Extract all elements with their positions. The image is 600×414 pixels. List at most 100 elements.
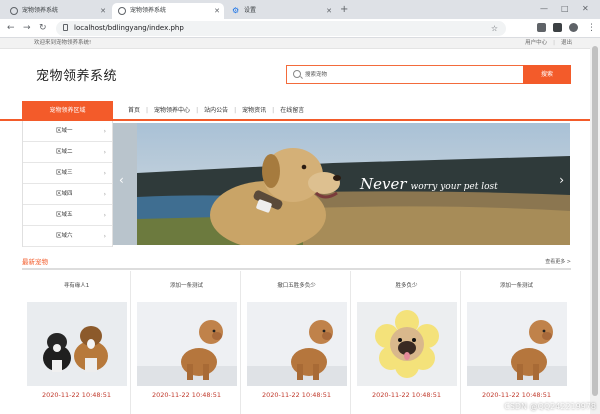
pet-card[interactable]: 寻有缘人1 2020-11-22 10:48:51 xyxy=(22,271,131,414)
chevron-left-icon[interactable]: ‹ xyxy=(119,173,124,187)
sidebar-item-label: 区域一 xyxy=(56,128,73,134)
sidebar-item-label: 区域二 xyxy=(56,149,73,155)
info-icon xyxy=(63,24,68,31)
user-center-link[interactable]: 用户中心 xyxy=(525,40,547,46)
chevron-right-icon: › xyxy=(103,149,106,156)
pet-card-date: 2020-11-22 10:48:51 xyxy=(41,391,112,399)
search-input[interactable] xyxy=(305,68,505,81)
reload-icon[interactable]: ↻ xyxy=(39,22,47,34)
pet-photo[interactable] xyxy=(467,302,567,386)
region-sidebar: 区域一 › 区域二 › 区域三 › 区域四 › 区域五 › 区域六 › xyxy=(22,121,113,247)
puzzle-icon[interactable] xyxy=(553,23,562,32)
sidebar-item-region-1[interactable]: 区域一 › xyxy=(23,121,112,142)
banner-caption: Never worry your pet lost xyxy=(360,175,498,193)
back-icon[interactable]: ← xyxy=(7,22,15,34)
chevron-right-icon: › xyxy=(103,191,106,198)
search-icon xyxy=(293,70,301,78)
pet-card-title[interactable]: 寻有缘人1 xyxy=(22,271,131,301)
search-box: 搜索 xyxy=(286,65,571,84)
gear-icon: ⚙ xyxy=(232,6,240,15)
url-field[interactable]: localhost/bdlingyang/index.php ☆ xyxy=(56,21,506,36)
maximize-icon[interactable]: □ xyxy=(561,3,569,15)
nav-pet-news[interactable]: 宠物资讯 xyxy=(242,107,266,114)
logout-link[interactable]: 退出 xyxy=(561,40,572,46)
page-scrollbar[interactable] xyxy=(590,38,600,414)
pet-card-date: 2020-11-22 10:48:51 xyxy=(481,391,552,399)
pet-photo[interactable] xyxy=(247,302,347,386)
extension-icon[interactable] xyxy=(537,23,546,32)
sidebar-item-label: 区域五 xyxy=(56,212,73,218)
nav-announcements[interactable]: 站内公告 xyxy=(204,107,228,114)
site-top-bar: 欢迎来到宠物领养系统! 用户中心 | 退出 xyxy=(0,38,590,49)
bookmark-star-icon[interactable]: ☆ xyxy=(491,21,498,36)
profile-avatar-icon[interactable] xyxy=(569,23,578,32)
web-page: 欢迎来到宠物领养系统! 用户中心|退出 宠物领养系统 搜索 宠物领养区域 首页|… xyxy=(0,38,590,414)
banner-caption-small: worry your pet lost xyxy=(410,182,498,192)
pet-card-title[interactable]: 添加一条测试 xyxy=(462,271,571,301)
chevron-right-icon: › xyxy=(103,212,106,219)
chevron-right-icon: › xyxy=(103,233,106,240)
watermark-text: CSDN @QQ242219978 xyxy=(504,402,596,411)
pet-photo[interactable] xyxy=(27,302,127,386)
pet-card[interactable]: 添加一条测试 2020-11-22 10:48:51 xyxy=(132,271,241,414)
browser-tab-3[interactable]: ⚙ 设置 ✕ xyxy=(226,3,336,19)
nav-links: 首页 | 宠物领养中心 | 站内公告 | 宠物资讯 | 在线留言 xyxy=(128,107,305,114)
top-links: 用户中心 | 退出 xyxy=(525,40,572,46)
chevron-right-icon: › xyxy=(103,128,106,135)
chevron-right-icon[interactable]: › xyxy=(559,173,564,187)
pet-card[interactable]: 胜多负少 2020-11-22 10:48:51 xyxy=(352,271,461,414)
sidebar-item-region-5[interactable]: 区域五 › xyxy=(23,205,112,226)
globe-icon xyxy=(10,7,18,15)
browser-address-bar: ← → ↻ localhost/bdlingyang/index.php ☆ ⋮ xyxy=(0,19,600,38)
minimize-icon[interactable]: — xyxy=(540,3,548,15)
pet-photo[interactable] xyxy=(357,302,457,386)
sidebar-item-region-4[interactable]: 区域四 › xyxy=(23,184,112,205)
pug-flower-image xyxy=(357,302,457,386)
pet-card-date: 2020-11-22 10:48:51 xyxy=(151,391,222,399)
sidebar-item-region-2[interactable]: 区域二 › xyxy=(23,142,112,163)
hero-banner[interactable]: ‹ › Never worry your pet lost xyxy=(113,123,570,245)
tab-label: 宠物领养系统 xyxy=(22,7,59,14)
site-logo[interactable]: 宠物领养系统 xyxy=(36,65,117,84)
banner-image xyxy=(113,123,570,245)
pet-photo[interactable] xyxy=(137,302,237,386)
two-dogs-image xyxy=(27,302,127,386)
nav-adoption-center[interactable]: 宠物领养中心 xyxy=(154,107,190,114)
pet-card[interactable]: 撤口五胜多负少 2020-11-22 10:48:51 xyxy=(242,271,351,414)
close-tab-icon[interactable]: ✕ xyxy=(100,3,106,19)
close-window-icon[interactable]: ✕ xyxy=(582,3,589,15)
nav-message-board[interactable]: 在线留言 xyxy=(280,107,304,114)
pet-card-list: 寻有缘人1 2020-11-22 10:48:51 添加一条测试 2020-11… xyxy=(22,271,571,414)
browser-tab-2[interactable]: 宠物领养系统 ✕ xyxy=(112,3,224,19)
sidebar-item-label: 区域六 xyxy=(56,233,73,239)
browser-tab-bar: 宠物领养系统 ✕ 宠物领养系统 ✕ ⚙ 设置 ✕ + — □ ✕ xyxy=(0,0,600,19)
category-button[interactable]: 宠物领养区域 xyxy=(22,101,113,121)
tab-label: 宠物领养系统 xyxy=(130,7,167,14)
sidebar-item-label: 区域四 xyxy=(56,191,73,197)
section-title: 最新宠物 xyxy=(22,258,48,266)
pet-card-title[interactable]: 胜多负少 xyxy=(352,271,461,301)
pet-card-date: 2020-11-22 10:48:51 xyxy=(261,391,332,399)
menu-kebab-icon[interactable]: ⋮ xyxy=(587,21,596,35)
view-more-link[interactable]: 查看更多 > xyxy=(545,256,571,268)
nav-home[interactable]: 首页 xyxy=(128,107,140,114)
globe-icon xyxy=(118,7,126,15)
close-tab-icon[interactable]: ✕ xyxy=(214,3,220,19)
pet-card-title[interactable]: 撤口五胜多负少 xyxy=(242,271,351,301)
forward-icon[interactable]: → xyxy=(23,22,31,34)
close-tab-icon[interactable]: ✕ xyxy=(326,3,332,19)
poodle-image xyxy=(467,302,567,386)
sidebar-item-region-3[interactable]: 区域三 › xyxy=(23,163,112,184)
pet-card[interactable]: 添加一条测试 2020-11-22 10:48:51 xyxy=(462,271,571,414)
tab-label: 设置 xyxy=(244,7,257,14)
scrollbar-thumb[interactable] xyxy=(592,46,598,396)
new-tab-button[interactable]: + xyxy=(340,3,348,17)
search-button[interactable]: 搜索 xyxy=(523,65,571,84)
sidebar-item-region-6[interactable]: 区域六 › xyxy=(23,226,112,247)
browser-tab-1[interactable]: 宠物领养系统 ✕ xyxy=(4,3,110,19)
pet-card-title[interactable]: 添加一条测试 xyxy=(132,271,241,301)
sidebar-item-label: 区域三 xyxy=(56,170,73,176)
chevron-right-icon: › xyxy=(103,170,106,177)
banner-caption-big: Never xyxy=(360,175,407,193)
pet-card-date: 2020-11-22 10:48:51 xyxy=(371,391,442,399)
